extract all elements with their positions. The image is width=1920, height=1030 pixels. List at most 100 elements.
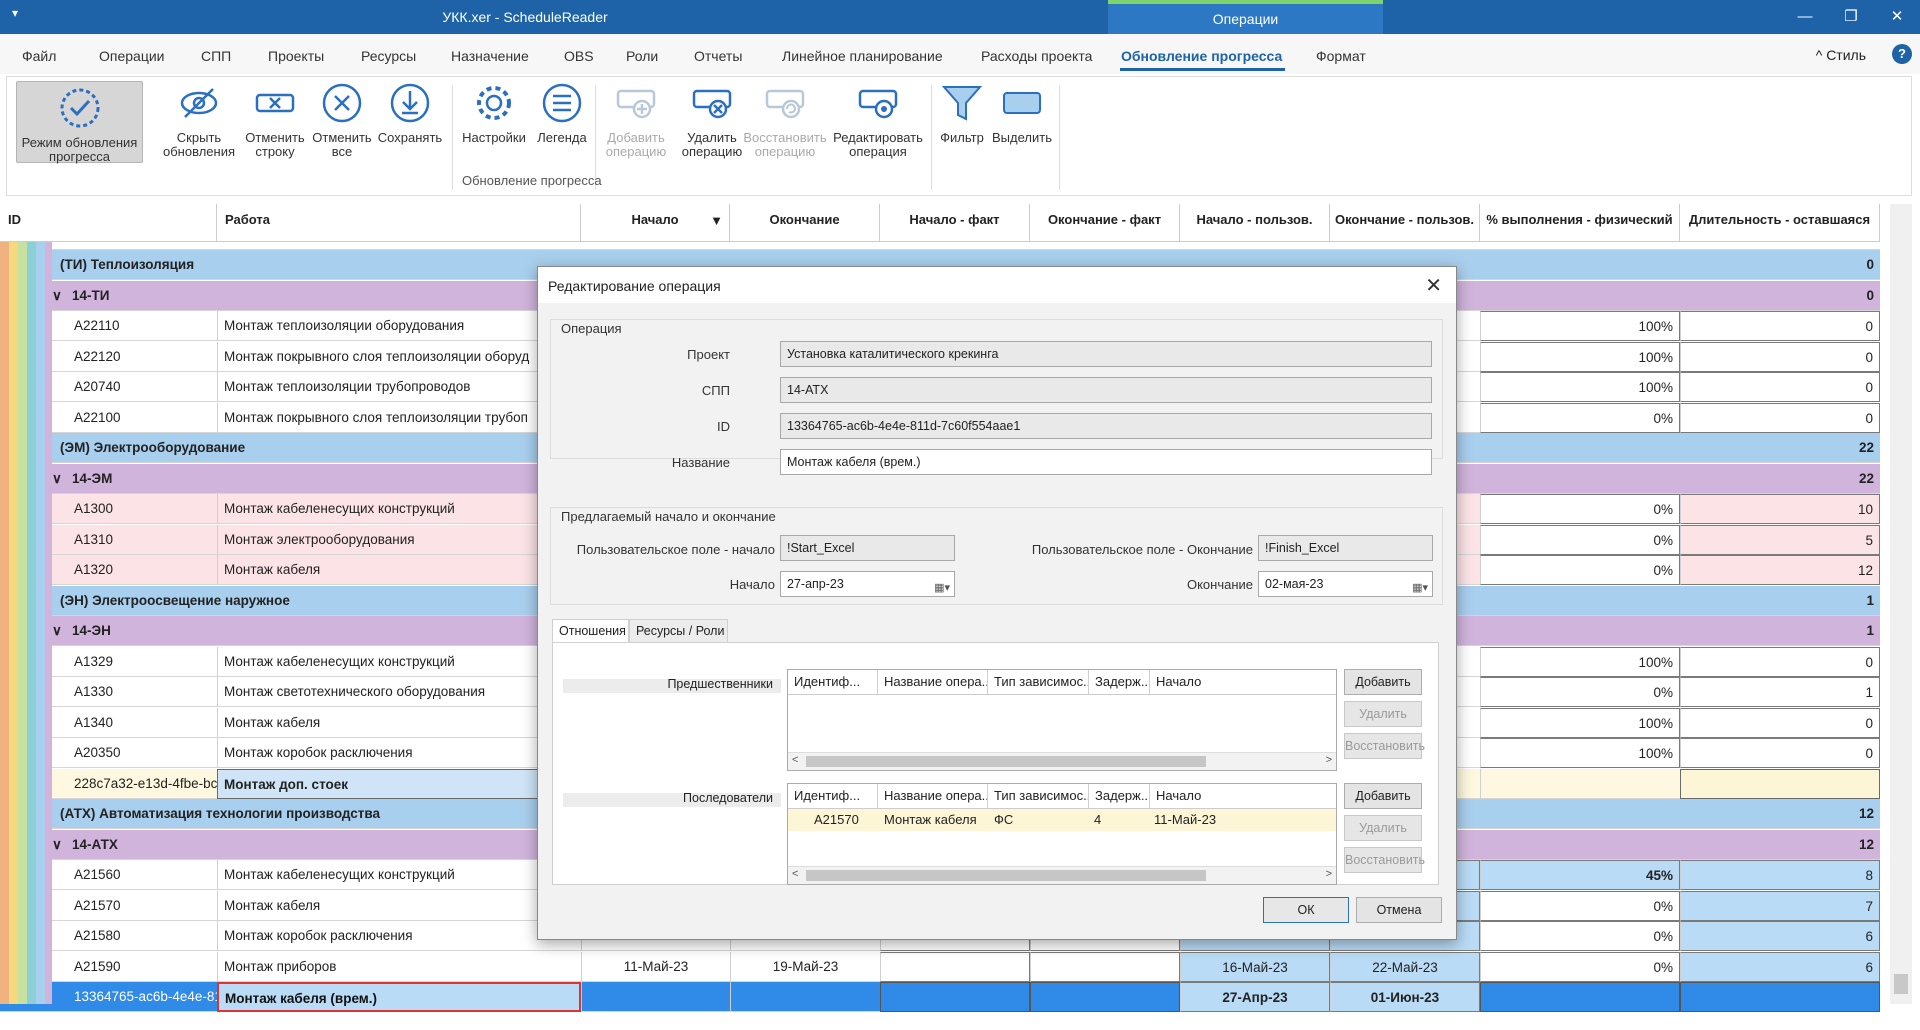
menu-obs[interactable]: OBS — [564, 48, 594, 64]
menu-resources[interactable]: Ресурсы — [361, 48, 416, 64]
remaining-cell[interactable]: 10 — [1680, 494, 1880, 524]
pct-cell[interactable]: 100% — [1480, 646, 1680, 677]
remaining-cell[interactable] — [1680, 768, 1880, 799]
col-pred-lag[interactable]: Задерж... — [1089, 670, 1150, 694]
astart-cell[interactable] — [880, 951, 1030, 982]
menu-wbs[interactable]: СПП — [201, 48, 231, 64]
scrollbar-thumb[interactable] — [806, 756, 1206, 767]
menu-assignments[interactable]: Назначение — [451, 48, 529, 64]
scrollbar-thumb[interactable] — [1894, 974, 1908, 994]
scroll-right-icon[interactable]: > — [1326, 868, 1332, 880]
activity-name-cell[interactable]: Монтаж кабеля — [217, 707, 581, 738]
activity-name-cell[interactable]: Монтаж кабеленесущих конструкций — [217, 860, 581, 890]
remaining-cell[interactable]: 12 — [1680, 555, 1880, 585]
ustart-cell[interactable]: 27-Апр-23 — [1180, 982, 1330, 1012]
tab-relationships[interactable]: Отношения — [552, 619, 629, 643]
activity-id-cell[interactable]: A21570 — [68, 891, 217, 921]
scroll-left-icon[interactable]: < — [792, 868, 798, 880]
restore-successor-button[interactable]: Восстановить — [1344, 847, 1425, 873]
successor-row[interactable]: A21570 Монтаж кабеля ФС 4 11-Май-23 — [788, 809, 1336, 831]
minimize-button[interactable]: — — [1782, 0, 1828, 34]
pct-cell[interactable] — [1480, 982, 1680, 1012]
table-row[interactable] — [0, 242, 1880, 250]
activity-name-cell[interactable]: Монтаж светотехнического оборудования — [217, 677, 581, 707]
help-icon[interactable]: ? — [1892, 44, 1912, 64]
pct-cell[interactable]: 0% — [1480, 494, 1680, 524]
remaining-cell[interactable]: 0 — [1680, 341, 1880, 372]
delete-predecessor-button[interactable]: Удалить — [1344, 701, 1422, 727]
menu-project-expenses[interactable]: Расходы проекта — [981, 48, 1092, 64]
activity-id-cell[interactable]: 13364765-ac6b-4e4e-81 — [68, 982, 217, 1012]
calendar-dropdown-icon[interactable]: ▦▾ — [934, 576, 950, 596]
remaining-cell[interactable]: 0 — [1680, 311, 1880, 341]
activity-name-cell[interactable]: Монтаж теплоизоляции оборудования — [217, 311, 581, 341]
activity-id-cell[interactable]: A1329 — [68, 647, 217, 677]
context-tab-operations[interactable]: Операции — [1108, 0, 1383, 34]
ustart-cell[interactable]: 16-Май-23 — [1180, 951, 1330, 982]
col-actual-start[interactable]: Начало - факт — [880, 204, 1030, 242]
menu-reports[interactable]: Отчеты — [694, 48, 742, 64]
activity-id-cell[interactable]: 228c7a32-e13d-4fbe-bc — [68, 769, 217, 799]
pct-cell[interactable]: 0% — [1480, 951, 1680, 982]
pct-cell[interactable]: 100% — [1480, 707, 1680, 738]
remaining-cell[interactable]: 0 — [1680, 738, 1880, 768]
activity-id-cell[interactable]: A22120 — [68, 342, 217, 372]
table-row[interactable]: A21590 Монтаж приборов 11-Май-23 19-Май-23 1… — [0, 951, 1880, 982]
settings-button[interactable]: Настройки — [457, 81, 531, 145]
col-user-finish[interactable]: Окончание - пользов. — [1330, 204, 1480, 242]
add-predecessor-button[interactable]: Добавить — [1344, 669, 1422, 695]
activity-id-cell[interactable]: A1320 — [68, 555, 217, 585]
pct-cell[interactable]: 0% — [1480, 921, 1680, 951]
close-button[interactable]: ✕ — [1874, 0, 1920, 34]
col-user-start[interactable]: Начало - пользов. — [1180, 204, 1330, 242]
successors-scrollbar[interactable]: < > — [788, 866, 1336, 884]
ufinish-cell[interactable]: 01-Июн-23 — [1330, 982, 1480, 1012]
menu-progress-update[interactable]: Обновление прогресса — [1121, 48, 1282, 64]
calendar-dropdown-icon[interactable]: ▦▾ — [1412, 576, 1428, 596]
activity-id-cell[interactable]: A21560 — [68, 860, 217, 890]
hide-updates-button[interactable]: Скрыть обновления — [157, 81, 241, 159]
activity-id-cell[interactable]: A22100 — [68, 403, 217, 433]
col-succ-type[interactable]: Тип зависимос... — [988, 784, 1089, 808]
pct-cell[interactable]: 0% — [1480, 555, 1680, 585]
legend-button[interactable]: Легенда — [531, 81, 593, 145]
delete-successor-button[interactable]: Удалить — [1344, 815, 1422, 841]
start-cell[interactable]: 11-Май-23 — [581, 951, 730, 982]
activity-name-cell[interactable]: Монтаж доп. стоек — [217, 768, 581, 799]
activity-id-cell[interactable]: A1330 — [68, 677, 217, 707]
pct-cell[interactable]: 0% — [1480, 677, 1680, 707]
start-cell[interactable] — [581, 982, 730, 1012]
col-start[interactable]: Начало ▼ — [581, 204, 730, 242]
pct-cell[interactable]: 0% — [1480, 890, 1680, 921]
remaining-cell[interactable]: 6 — [1680, 951, 1880, 982]
menu-projects[interactable]: Проекты — [268, 48, 324, 64]
table-row[interactable]: 13364765-ac6b-4e4e-81 Монтаж кабеля (врем… — [0, 982, 1880, 1012]
afinish-cell[interactable] — [1030, 982, 1180, 1012]
col-actual-finish[interactable]: Окончание - факт — [1030, 204, 1180, 242]
activity-id-cell[interactable]: A21590 — [68, 952, 217, 982]
menu-format[interactable]: Формат — [1316, 48, 1366, 64]
menu-roles[interactable]: Роли — [626, 48, 658, 64]
col-succ-lag[interactable]: Задерж... — [1089, 784, 1150, 808]
add-activity-button[interactable]: Добавить операцию — [597, 81, 675, 159]
dialog-close-icon[interactable]: ✕ — [1425, 273, 1442, 298]
col-activity[interactable]: Работа — [217, 204, 581, 242]
remaining-cell[interactable] — [1680, 982, 1880, 1012]
pct-cell[interactable]: 100% — [1480, 738, 1680, 768]
remaining-cell[interactable]: 0 — [1680, 646, 1880, 677]
start-date-picker[interactable]: 27-апр-23 ▦▾ — [780, 571, 955, 597]
pct-cell[interactable]: 100% — [1480, 311, 1680, 341]
col-pred-id[interactable]: Идентиф... — [788, 670, 878, 694]
finish-cell[interactable]: 19-Май-23 — [730, 951, 880, 982]
activity-id-cell[interactable]: A1300 — [68, 494, 217, 524]
activity-name-cell[interactable]: Монтаж кабеленесущих конструкций — [217, 494, 581, 524]
remaining-cell[interactable]: 0 — [1680, 372, 1880, 402]
edit-activity-button[interactable]: Редактировать операция — [827, 81, 929, 159]
remaining-cell[interactable]: 0 — [1680, 402, 1880, 433]
activity-name-cell[interactable]: Монтаж кабеля — [217, 555, 581, 585]
restore-predecessor-button[interactable]: Восстановить — [1344, 733, 1425, 759]
activity-id-cell[interactable]: A22110 — [68, 311, 217, 341]
astart-cell[interactable] — [880, 982, 1030, 1012]
col-pred-type[interactable]: Тип зависимос... — [988, 670, 1089, 694]
pct-cell[interactable]: 100% — [1480, 341, 1680, 372]
